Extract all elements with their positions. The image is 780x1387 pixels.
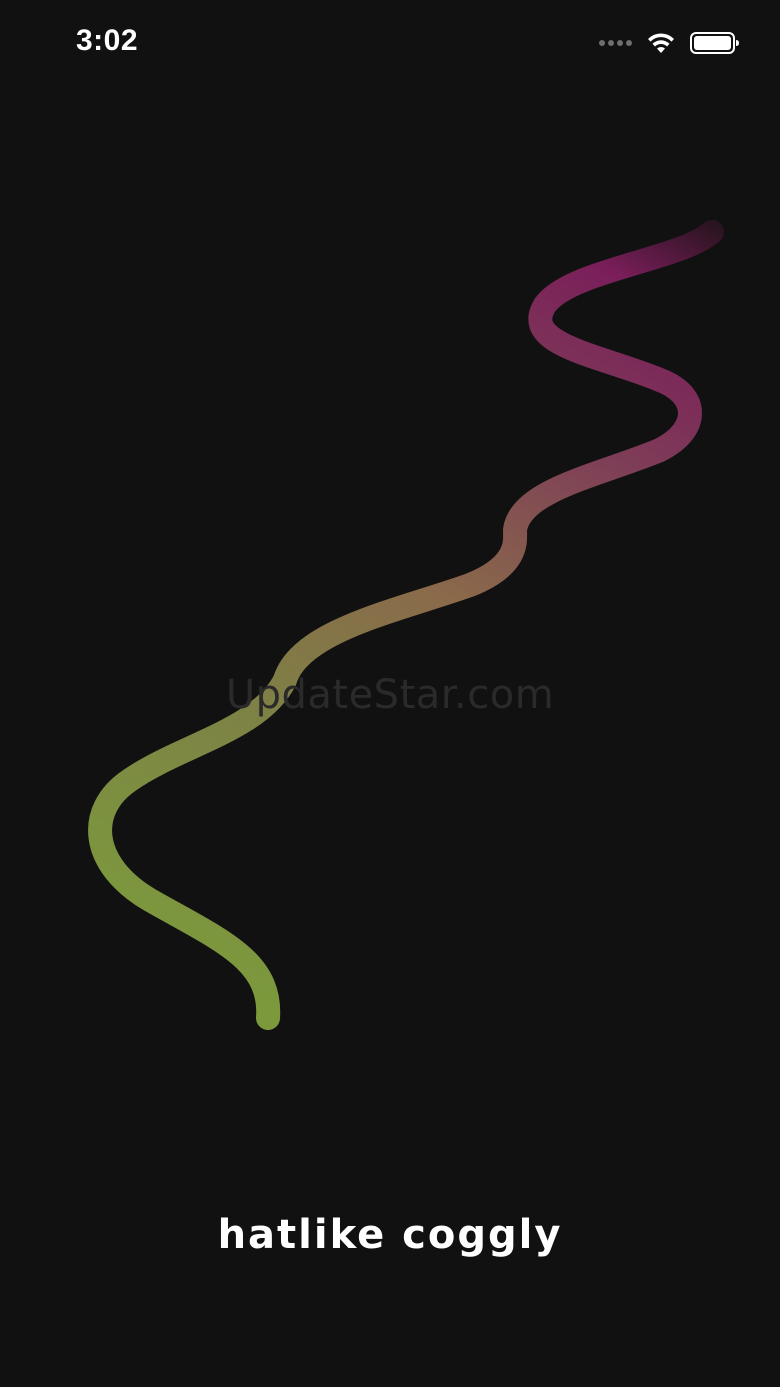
app-title: hatlike coggly bbox=[217, 1212, 563, 1258]
squiggle-path bbox=[88, 220, 724, 1030]
watermark-text: UpdateStar.com bbox=[225, 672, 555, 718]
animation-stage: UpdateStar.com hatlike coggly bbox=[0, 0, 780, 1387]
